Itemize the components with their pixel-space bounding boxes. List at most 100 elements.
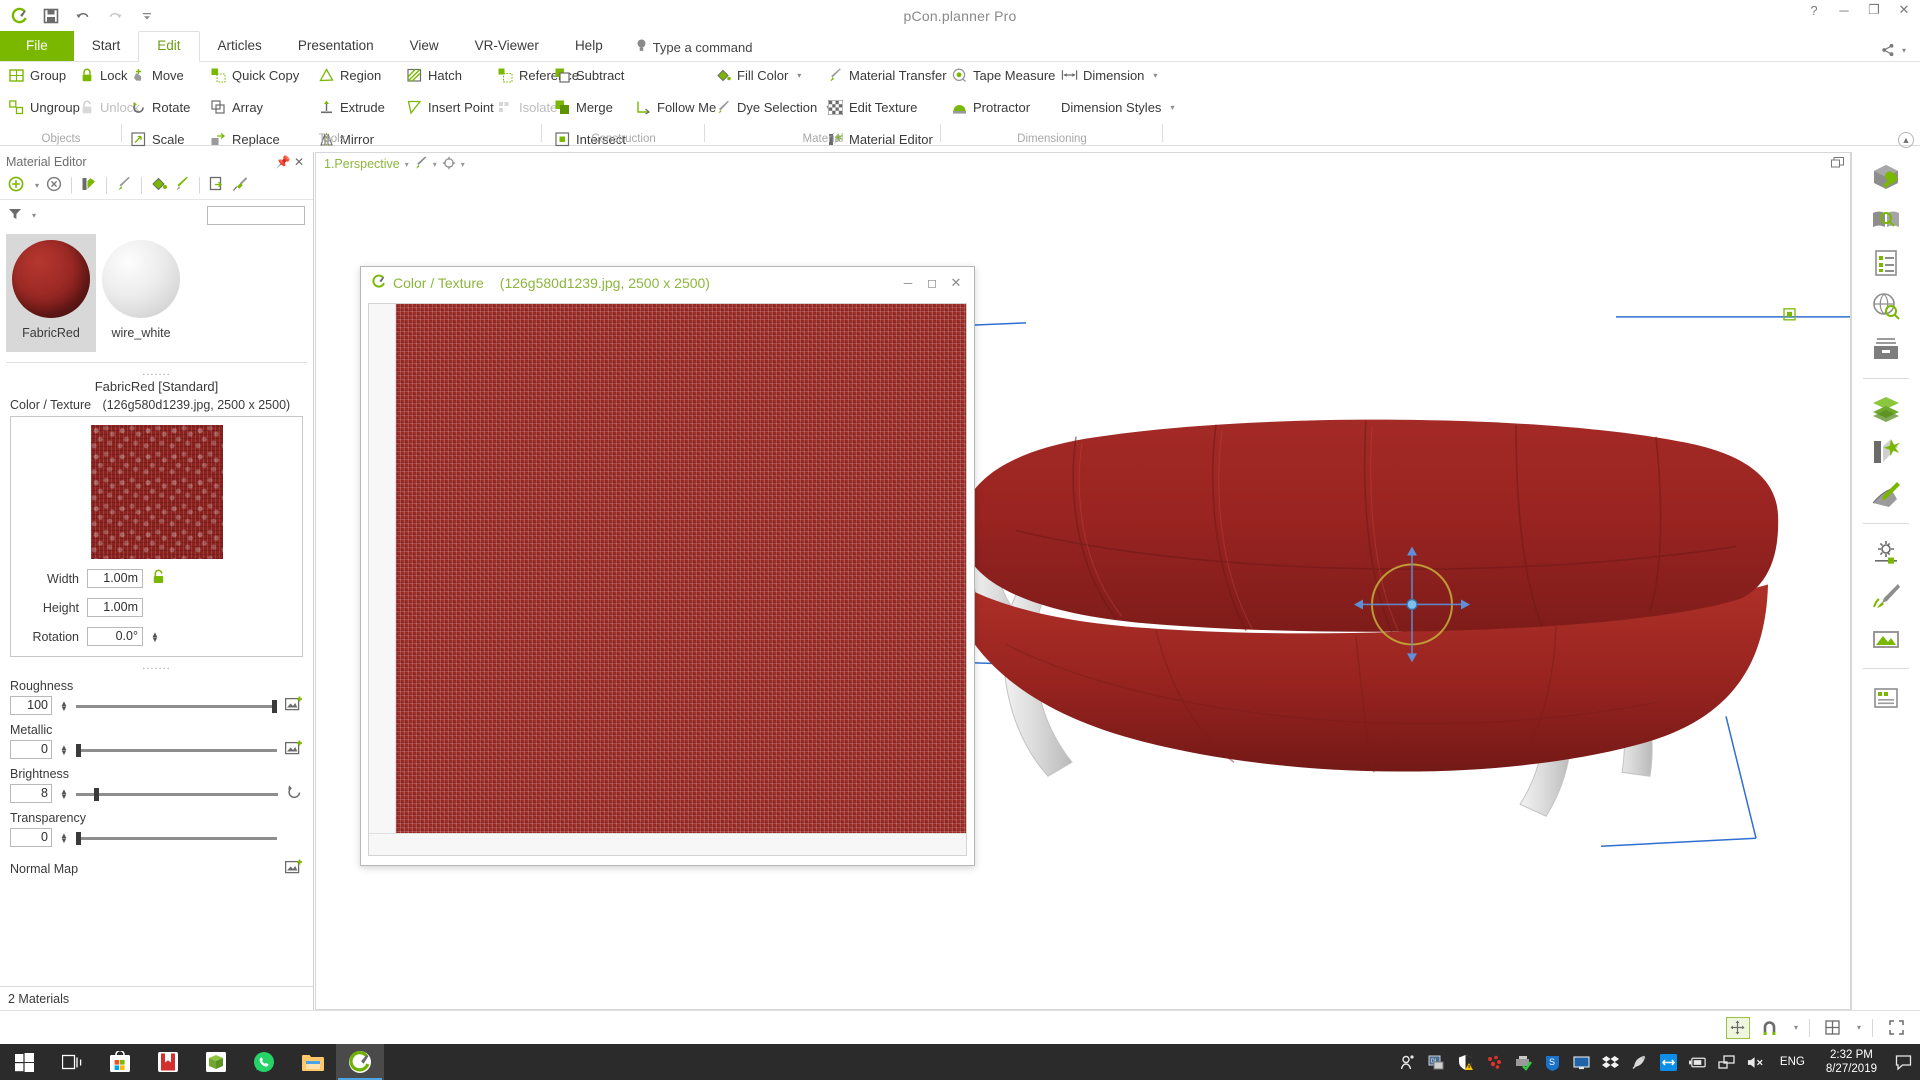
ribbon-button-rotate[interactable]: Rotate [130, 97, 190, 117]
delete-material-icon[interactable] [46, 176, 62, 195]
light-settings-icon[interactable] [1869, 536, 1903, 570]
security-warning-icon[interactable] [1457, 1053, 1475, 1071]
red-dots-icon[interactable] [1486, 1053, 1504, 1071]
render-mode-caret-icon[interactable]: ▾ [433, 160, 437, 169]
magnet-caret-icon[interactable]: ▾ [1794, 1023, 1798, 1032]
ribbon-button-ungroup[interactable]: Ungroup [8, 97, 80, 117]
ribbon-button-subtract[interactable]: Subtract [554, 65, 626, 85]
tab-edit[interactable]: Edit [138, 31, 200, 62]
slider-knob[interactable] [75, 831, 81, 845]
dialog-minimize-button[interactable]: ─ [896, 276, 920, 290]
texture-height-input[interactable]: 1.00m [87, 598, 143, 617]
ribbon-button-fill-color[interactable]: Fill Color ▾ [715, 65, 830, 85]
command-search-box[interactable]: Type a command [635, 38, 752, 61]
ribbon-button-dye-selection[interactable]: Dye Selection ▾ [715, 97, 830, 117]
slider-value-input[interactable]: 8 [10, 784, 52, 803]
slider-value-input[interactable]: 0 [10, 740, 52, 759]
pen-tool-icon[interactable] [1869, 579, 1903, 613]
add-material-caret-icon[interactable]: ▾ [35, 181, 39, 190]
package-app-button[interactable] [192, 1044, 240, 1080]
dl-monitor-icon[interactable]: DL [1428, 1053, 1446, 1071]
environment-icon[interactable] [1869, 622, 1903, 656]
report-icon[interactable] [1869, 681, 1903, 715]
pcon-planner-button[interactable] [336, 1044, 384, 1080]
ribbon-button-group[interactable]: Group [8, 65, 80, 85]
magnet-icon[interactable] [1758, 1017, 1782, 1039]
people-icon[interactable] [1399, 1053, 1417, 1071]
viewport-name-caret-icon[interactable]: ▾ [405, 160, 409, 169]
slider-knob[interactable] [272, 699, 277, 713]
dialog-maximize-button[interactable]: ◻ [920, 276, 944, 290]
apply-material-icon[interactable] [81, 176, 97, 195]
splitter-handle-2[interactable]: ....... [0, 661, 313, 672]
render-settings-icon[interactable] [1869, 477, 1903, 511]
slider-spinner[interactable]: ▲ ▼ [60, 787, 68, 800]
tab-view[interactable]: View [392, 32, 457, 61]
printer-ok-icon[interactable] [1515, 1053, 1533, 1071]
close-button[interactable]: ✕ [1896, 2, 1912, 18]
tab-file[interactable]: File [0, 31, 74, 61]
dimension-caret-icon[interactable]: ▾ [1153, 71, 1157, 80]
volume-mute-icon[interactable] [1747, 1053, 1765, 1071]
grid-caret-icon[interactable]: ▾ [1857, 1023, 1861, 1032]
s-shield-icon[interactable]: S [1544, 1053, 1562, 1071]
file-explorer-button[interactable] [288, 1044, 336, 1080]
camera-caret-icon[interactable]: ▾ [461, 160, 465, 169]
fullscreen-icon[interactable] [1884, 1017, 1908, 1039]
restore-icon[interactable] [1831, 157, 1844, 171]
fill-color-caret-icon[interactable]: ▾ [797, 71, 801, 80]
slider-knob[interactable] [94, 787, 100, 801]
pin-icon[interactable]: 📌 [275, 155, 291, 169]
texture-width-input[interactable]: 1.00m [87, 569, 143, 588]
material-swatch-wire-white[interactable]: wire_white [96, 234, 186, 352]
ribbon-button-quick-copy[interactable]: Quick Copy [210, 65, 299, 85]
display-icon[interactable] [1573, 1053, 1591, 1071]
splitter-handle[interactable]: ....... [0, 367, 313, 378]
pick-material-icon[interactable] [116, 176, 132, 195]
close-icon[interactable]: ✕ [291, 155, 307, 169]
layers-icon[interactable] [1869, 391, 1903, 425]
reset-icon[interactable] [286, 784, 303, 803]
texture-thumbnail[interactable] [90, 425, 223, 559]
render-mode-icon[interactable] [414, 156, 428, 173]
teamviewer-icon[interactable] [1660, 1053, 1678, 1071]
help-button[interactable]: ? [1806, 3, 1822, 18]
rotation-spinner[interactable]: ▲ ▼ [151, 630, 159, 643]
tab-presentation[interactable]: Presentation [280, 32, 392, 61]
ribbon-button-insert-point[interactable]: Insert Point [406, 97, 494, 117]
ribbon-button-move[interactable]: Move [130, 65, 190, 85]
dropbox-icon[interactable] [1602, 1053, 1620, 1071]
slider-spinner[interactable]: ▲ ▼ [60, 743, 68, 756]
online-catalog-icon[interactable] [1869, 289, 1903, 323]
slider-track[interactable] [75, 830, 277, 846]
start-button[interactable] [0, 1044, 48, 1080]
ribbon-button-material-transfer[interactable]: Material Transfer [827, 65, 947, 85]
ribbon-button-extrude[interactable]: Extrude [318, 97, 385, 117]
slider-track[interactable] [75, 698, 277, 714]
load-map-icon[interactable] [284, 859, 303, 878]
ribbon-button-dimension-styles[interactable]: Dimension Styles ▾ [1061, 97, 1174, 117]
ribbon-button-dimension[interactable]: Dimension ▾ [1061, 65, 1174, 85]
dimension-styles-caret-icon[interactable]: ▾ [1170, 103, 1174, 112]
object-properties-icon[interactable] [1869, 160, 1903, 194]
slider-value-input[interactable]: 0 [10, 828, 52, 847]
ribbon-button-protractor[interactable]: Protractor [951, 97, 1055, 117]
language-indicator[interactable]: ENG [1776, 1056, 1809, 1068]
slider-track[interactable] [75, 742, 277, 758]
article-list-icon[interactable] [1869, 246, 1903, 280]
material-swatch-fabricred[interactable]: FabricRed [6, 234, 96, 352]
ribbon-button-edit-texture[interactable]: Edit Texture [827, 97, 947, 117]
slider-track[interactable] [75, 786, 278, 802]
duplicate-material-icon[interactable] [209, 176, 225, 195]
slider-spinner[interactable]: ▲ ▼ [60, 831, 68, 844]
ribbon-button-region[interactable]: Region [318, 65, 385, 85]
scroll-up-icon[interactable]: ▲ [1898, 132, 1914, 148]
slider-knob[interactable] [75, 743, 81, 757]
cleanup-icon[interactable] [232, 176, 248, 195]
ribbon-button-tape-measure[interactable]: Tape Measure [951, 65, 1055, 85]
add-material-icon[interactable] [8, 176, 24, 195]
dialog-close-button[interactable]: ✕ [944, 275, 968, 291]
minimize-button[interactable]: ─ [1836, 3, 1852, 18]
ribbon-button-array[interactable]: Array [210, 97, 299, 117]
dye-icon[interactable] [174, 176, 190, 195]
